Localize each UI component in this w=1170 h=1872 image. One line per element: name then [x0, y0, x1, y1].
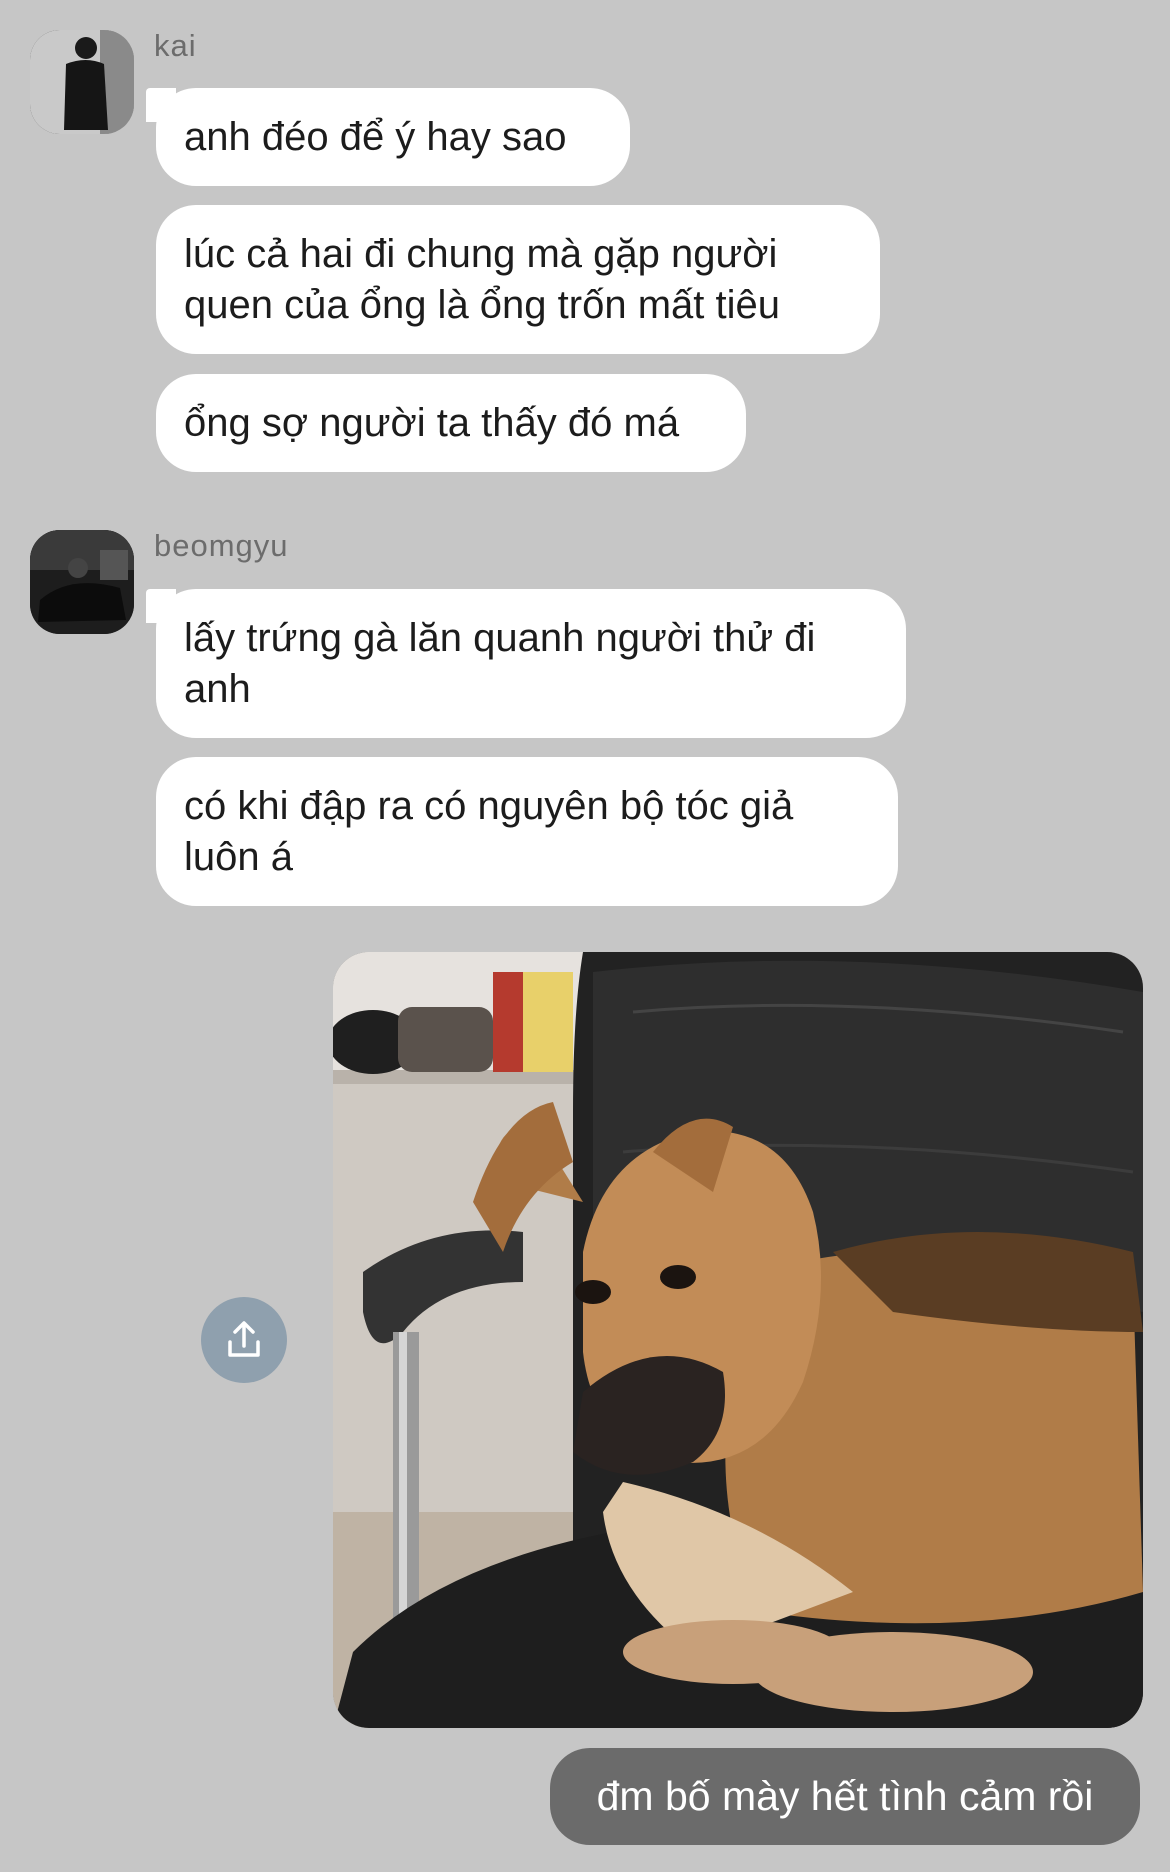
user-avatar-icon	[30, 30, 134, 134]
outgoing-message-bubble[interactable]: đm bố mày hết tình cảm rồi	[550, 1748, 1140, 1845]
message-bubble[interactable]: lấy trứng gà lăn quanh người thử đi anh	[156, 589, 906, 738]
share-icon	[228, 1321, 260, 1357]
avatar-kai[interactable]	[30, 30, 134, 134]
message-bubble[interactable]: anh đéo để ý hay sao	[156, 88, 630, 186]
message-bubble[interactable]: lúc cả hai đi chung mà gặp người quen củ…	[156, 205, 880, 354]
sad-dog-photo	[333, 952, 1143, 1728]
user-avatar-icon	[30, 530, 134, 634]
sender-name: beomgyu	[154, 528, 289, 563]
avatar-beomgyu[interactable]	[30, 530, 134, 634]
sent-image[interactable]	[333, 952, 1143, 1728]
sender-name: kai	[154, 28, 197, 63]
message-bubble[interactable]: ổng sợ người ta thấy đó má	[156, 374, 746, 472]
share-button[interactable]	[201, 1297, 287, 1383]
message-bubble[interactable]: có khi đập ra có nguyên bộ tóc giả luôn …	[156, 757, 898, 906]
